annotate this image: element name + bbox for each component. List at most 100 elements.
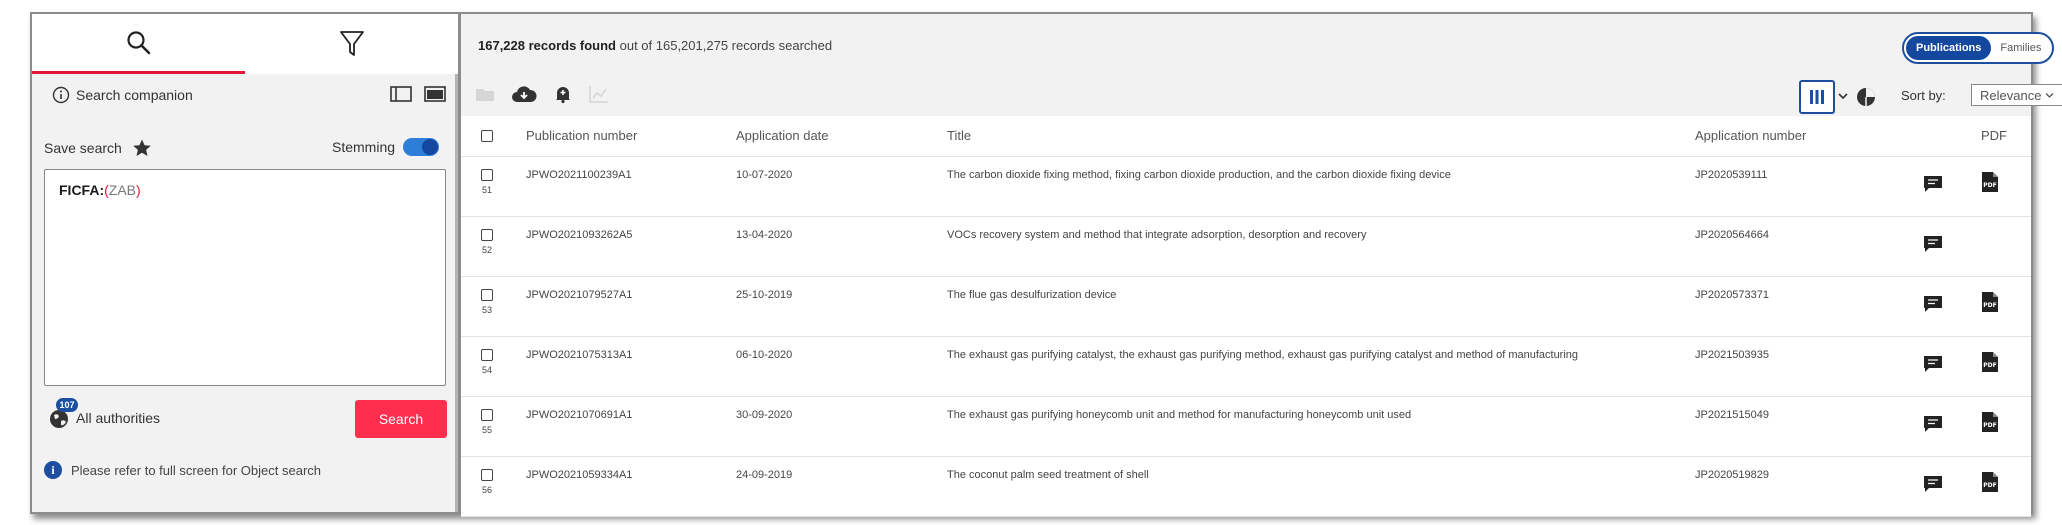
alert-bell-icon[interactable] xyxy=(553,84,573,104)
publications-toggle[interactable]: Publications xyxy=(1906,36,1992,60)
col-application-date[interactable]: Application date xyxy=(736,116,947,157)
comment-icon[interactable] xyxy=(1923,355,1943,373)
folder-icon[interactable] xyxy=(475,85,495,103)
col-application-number[interactable]: Application number xyxy=(1695,116,1923,157)
search-icon xyxy=(126,30,150,54)
comment-cell xyxy=(1923,156,1981,217)
comment-icon[interactable] xyxy=(1923,175,1943,193)
results-table: Publication number Application date Titl… xyxy=(461,116,2031,517)
publication-number-cell[interactable]: JPWO2021093262A5 xyxy=(526,216,736,277)
application-number-cell: JP2020564664 xyxy=(1695,216,1923,277)
column-view-button[interactable] xyxy=(1799,80,1835,114)
object-search-note-text: Please refer to full screen for Object s… xyxy=(71,462,322,478)
title-cell[interactable]: The carbon dioxide fixing method, fixing… xyxy=(947,156,1695,217)
query-close-paren: ) xyxy=(136,182,141,198)
header-checkbox-cell xyxy=(461,116,526,157)
cloud-download-icon[interactable] xyxy=(511,84,537,104)
analytics-icon[interactable] xyxy=(589,85,609,103)
row-select-cell: 54 xyxy=(461,336,526,397)
columns-icon xyxy=(1810,90,1824,104)
split-layout-icon[interactable] xyxy=(390,86,412,102)
full-layout-icon[interactable] xyxy=(424,86,446,102)
row-number: 56 xyxy=(482,484,493,495)
comment-cell xyxy=(1923,396,1981,457)
row-checkbox[interactable] xyxy=(481,228,493,241)
pdf-icon[interactable]: PDF xyxy=(1981,171,1999,193)
publication-number-cell[interactable]: JPWO2021079527A1 xyxy=(526,276,736,337)
search-button[interactable]: Search xyxy=(355,400,447,438)
title-cell[interactable]: The exhaust gas purifying honeycomb unit… xyxy=(947,396,1695,457)
comment-icon[interactable] xyxy=(1923,295,1943,313)
title-cell[interactable]: The flue gas desulfurization device xyxy=(947,276,1695,337)
pdf-icon[interactable]: PDF xyxy=(1981,471,1999,493)
row-number: 55 xyxy=(482,424,493,435)
stemming-control: Stemming xyxy=(332,138,440,156)
pdf-cell xyxy=(1981,216,2031,277)
publication-number-cell[interactable]: JPWO2021059334A1 xyxy=(526,456,736,517)
publication-number-cell[interactable]: JPWO2021075313A1 xyxy=(526,336,736,397)
pdf-cell: PDF xyxy=(1981,156,2031,217)
table-row[interactable]: 55 JPWO2021070691A1 30-09-2020 The exhau… xyxy=(461,396,2031,457)
app-frame: Search companion Save search Stemming FI… xyxy=(30,12,2062,517)
stemming-toggle[interactable] xyxy=(403,138,440,156)
application-number-cell: JP2021515049 xyxy=(1695,396,1923,457)
row-checkbox[interactable] xyxy=(481,288,493,301)
comment-cell xyxy=(1923,456,1981,517)
comment-icon[interactable] xyxy=(1923,415,1943,433)
table-row[interactable]: 56 JPWO2021059334A1 24-09-2019 The cocon… xyxy=(461,456,2031,517)
title-cell[interactable]: VOCs recovery system and method that int… xyxy=(947,216,1695,277)
pdf-cell: PDF xyxy=(1981,396,2031,457)
application-date-cell: 06-10-2020 xyxy=(736,336,947,397)
svg-text:PDF: PDF xyxy=(1983,302,1996,309)
row-select-cell: 51 xyxy=(461,156,526,217)
tab-filter[interactable] xyxy=(245,14,458,74)
families-toggle[interactable]: Families xyxy=(1991,42,2050,54)
table-row[interactable]: 52 JPWO2021093262A5 13-04-2020 VOCs reco… xyxy=(461,216,2031,277)
row-checkbox[interactable] xyxy=(481,468,493,481)
query-field-code: FICFA: xyxy=(59,182,105,198)
publication-number-cell[interactable]: JPWO2021100239A1 xyxy=(526,156,736,217)
table-row[interactable]: 53 JPWO2021079527A1 25-10-2019 The flue … xyxy=(461,276,2031,337)
table-row[interactable]: 51 JPWO2021100239A1 10-07-2020 The carbo… xyxy=(461,156,2031,217)
authorities-selector[interactable]: 107 All authorities xyxy=(48,398,160,430)
records-found: 167,228 records found xyxy=(478,38,616,53)
title-cell[interactable]: The exhaust gas purifying catalyst, the … xyxy=(947,336,1695,397)
pdf-icon[interactable]: PDF xyxy=(1981,411,1999,433)
save-search[interactable]: Save search xyxy=(44,138,152,158)
svg-text:PDF: PDF xyxy=(1983,482,1996,489)
info-icon: i xyxy=(44,461,62,479)
comment-icon[interactable] xyxy=(1923,475,1943,493)
search-companion[interactable]: Search companion xyxy=(52,86,193,104)
title-cell[interactable]: The coconut palm seed treatment of shell xyxy=(947,456,1695,517)
publication-number-cell[interactable]: JPWO2021070691A1 xyxy=(526,396,736,457)
row-checkbox[interactable] xyxy=(481,168,493,181)
pdf-icon[interactable]: PDF xyxy=(1981,351,1999,373)
select-all-checkbox[interactable] xyxy=(481,129,493,142)
sort-select[interactable]: Relevance xyxy=(1971,84,2062,106)
search-panel: Search companion Save search Stemming FI… xyxy=(32,14,458,512)
application-date-cell: 24-09-2019 xyxy=(736,456,947,517)
table-row[interactable]: 54 JPWO2021075313A1 06-10-2020 The exhau… xyxy=(461,336,2031,397)
comment-cell xyxy=(1923,276,1981,337)
row-number: 52 xyxy=(482,244,493,255)
chevron-down-icon[interactable] xyxy=(1838,92,1848,100)
row-number: 51 xyxy=(482,184,493,195)
chevron-down-icon xyxy=(2045,92,2054,98)
tab-search[interactable] xyxy=(32,14,245,74)
row-checkbox[interactable] xyxy=(481,348,493,361)
stemming-label: Stemming xyxy=(332,139,396,155)
col-title[interactable]: Title xyxy=(947,116,1695,157)
filter-icon xyxy=(339,31,364,56)
pdf-cell: PDF xyxy=(1981,336,2031,397)
col-publication-number[interactable]: Publication number xyxy=(526,116,736,157)
query-editor[interactable]: FICFA:(ZAB) xyxy=(44,169,446,386)
search-companion-label: Search companion xyxy=(76,87,193,103)
pie-chart-icon[interactable] xyxy=(1855,86,1877,108)
star-icon[interactable] xyxy=(132,138,152,158)
pdf-icon[interactable]: PDF xyxy=(1981,291,1999,313)
application-number-cell: JP2021503935 xyxy=(1695,336,1923,397)
comment-icon[interactable] xyxy=(1923,235,1943,253)
records-searched: out of 165,201,275 records searched xyxy=(616,38,833,53)
comment-cell xyxy=(1923,216,1981,277)
row-checkbox[interactable] xyxy=(481,408,493,421)
